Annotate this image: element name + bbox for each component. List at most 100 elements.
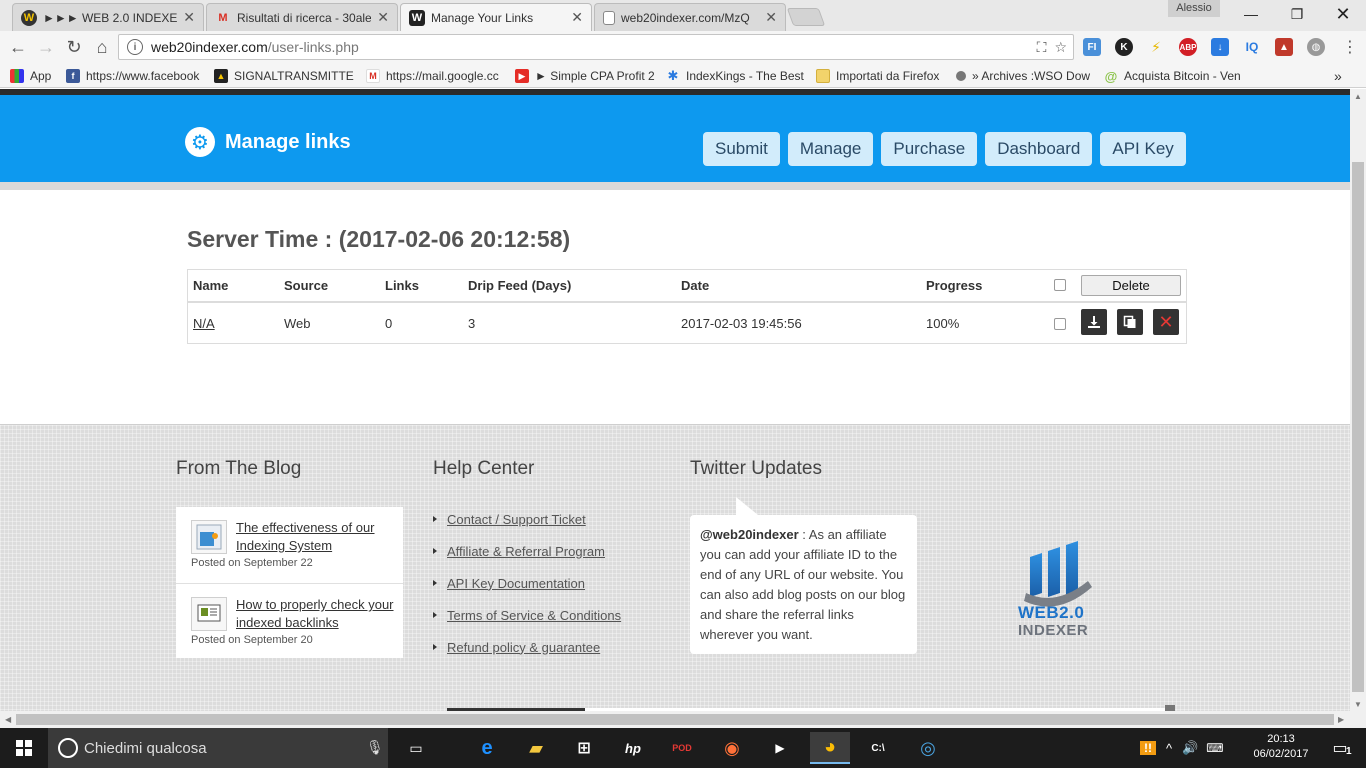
download-icon[interactable] (1081, 309, 1107, 335)
notifications-icon[interactable]: ▭ 1 (1318, 732, 1362, 764)
command-prompt-icon[interactable]: C:\ (858, 732, 898, 764)
fi-extension-icon[interactable]: FI (1083, 38, 1101, 56)
home-icon[interactable]: ⌂ (90, 36, 114, 58)
profile-name[interactable]: Alessio (1168, 0, 1220, 17)
horizontal-scroll-thumb[interactable] (16, 714, 1334, 725)
edge-icon[interactable]: e (467, 732, 507, 764)
scroll-up-arrow-icon[interactable]: ▲ (1354, 92, 1362, 101)
facebook-icon: f (66, 69, 80, 83)
bookmark-indexkings[interactable]: ✱ IndexKings - The Best (666, 67, 804, 85)
page-icon (603, 10, 615, 25)
tab-web20-indexer[interactable]: W ►►► WEB 2.0 INDEXER ✕ (12, 3, 204, 31)
microphone-icon[interactable]: 🎙 (366, 739, 384, 756)
minimize-icon[interactable]: — (1228, 0, 1274, 28)
nav-manage-button[interactable]: Manage (787, 132, 874, 166)
chrome-icon[interactable]: ◕ (810, 732, 850, 764)
warning-tray-icon[interactable]: !! (1140, 741, 1156, 755)
page-title: Manage links (225, 130, 351, 153)
keyboard-icon[interactable]: ⌨ (1206, 741, 1223, 755)
scroll-left-arrow-icon[interactable]: ◀ (5, 715, 11, 724)
new-tab-button[interactable] (786, 8, 826, 26)
bullet-icon (433, 612, 437, 618)
tab-strip: W ►►► WEB 2.0 INDEXER ✕ M Risultati di r… (0, 0, 1366, 31)
translate-icon[interactable]: ⛶ (1037, 39, 1047, 56)
bookmark-simple-cpa[interactable]: ▶ ► Simple CPA Profit 2 (515, 67, 655, 85)
scroll-right-arrow-icon[interactable]: ▶ (1338, 715, 1344, 724)
help-link-api-docs[interactable]: API Key Documentation (447, 576, 585, 591)
clock-date: 06/02/2017 (1253, 748, 1309, 760)
bookmarks-overflow[interactable]: » (1334, 67, 1350, 85)
address-bar[interactable]: i web20indexer.com/user-links.php ⛶ ☆ (118, 34, 1074, 60)
info-icon[interactable]: i (127, 39, 143, 55)
url-host: web20indexer.com (151, 39, 268, 55)
globe-extension-icon[interactable]: ◍ (1307, 38, 1325, 56)
hp-icon[interactable]: hp (613, 732, 653, 764)
scroll-down-arrow-icon[interactable]: ▼ (1354, 700, 1362, 709)
store-icon[interactable]: ⊞ (564, 732, 604, 764)
bookmark-star-icon[interactable]: ☆ (1054, 39, 1067, 56)
firefox-icon[interactable]: ◉ (712, 732, 752, 764)
close-icon[interactable]: ✕ (377, 9, 389, 26)
help-link-terms[interactable]: Terms of Service & Conditions (447, 608, 621, 623)
bookmark-wso-archives[interactable]: » Archives :WSO Dow (956, 67, 1092, 85)
close-icon[interactable]: ✕ (571, 9, 583, 26)
reload-icon[interactable]: ↻ (62, 36, 86, 58)
bookmark-signaltransmitter[interactable]: ▲ SIGNALTRANSMITTER (214, 67, 354, 85)
volume-icon[interactable]: 🔊 (1182, 740, 1198, 756)
iq-extension-icon[interactable]: IQ (1243, 38, 1261, 56)
tab-manage-your-links[interactable]: W Manage Your Links ✕ (400, 3, 592, 31)
k-extension-icon[interactable]: K (1115, 38, 1133, 56)
row-checkbox[interactable] (1054, 318, 1066, 330)
media-player-icon[interactable]: ▶ (760, 732, 800, 764)
case-study-thumbnail[interactable] (191, 520, 227, 554)
backlinks-thumbnail[interactable] (191, 597, 227, 631)
delete-selected-button[interactable]: Delete (1081, 275, 1181, 296)
blog-post-title-link[interactable]: How to properly check your indexed backl… (236, 596, 396, 632)
file-explorer-icon[interactable]: ▰ (516, 732, 556, 764)
select-all-checkbox[interactable] (1054, 279, 1066, 291)
web20-w-icon: W (409, 9, 425, 26)
clock[interactable]: 20:13 06/02/2017 (1248, 732, 1314, 762)
chevron-up-icon[interactable]: ^ (1166, 741, 1172, 756)
bookmark-firefox-folder[interactable]: Importati da Firefox (816, 67, 948, 85)
vertical-scroll-thumb[interactable] (1352, 162, 1364, 692)
tweet-handle[interactable]: @web20indexer (700, 527, 799, 542)
nav-api-key-button[interactable]: API Key (1100, 132, 1186, 166)
help-link-support[interactable]: Contact / Support Ticket (447, 512, 586, 527)
blog-title: From The Blog (176, 458, 302, 479)
sync-app-icon[interactable]: ◎ (908, 732, 948, 764)
forward-arrow-icon[interactable]: → (34, 36, 58, 58)
cortana-search-box[interactable]: Chiedimi qualcosa 🎙 (48, 728, 388, 768)
menu-kebab-icon[interactable]: ⋮ (1338, 36, 1362, 58)
apps-grid-icon (10, 69, 24, 83)
copy-icon[interactable] (1117, 309, 1143, 335)
blog-post-title-link[interactable]: The effectiveness of our Indexing System (236, 519, 396, 555)
pod-app-icon[interactable]: POD (662, 732, 702, 764)
url-text[interactable]: web20indexer.com/user-links.php (151, 39, 1037, 55)
back-arrow-icon[interactable]: ← (6, 36, 30, 58)
bookmark-facebook[interactable]: f https://www.facebook (66, 67, 204, 85)
close-icon[interactable]: ✕ (183, 9, 195, 26)
task-view-icon[interactable]: ▭ (396, 732, 436, 764)
bookmark-bitcoin[interactable]: @ Acquista Bitcoin - Ven (1104, 67, 1242, 85)
help-link-refund[interactable]: Refund policy & guarantee (447, 640, 600, 655)
lightning-extension-icon[interactable]: ⚡ (1147, 38, 1165, 56)
nav-submit-button[interactable]: Submit (703, 132, 780, 166)
bookmark-apps[interactable]: App (10, 67, 60, 85)
help-link-affiliate[interactable]: Affiliate & Referral Program (447, 544, 605, 559)
adblock-plus-icon[interactable]: ABP (1179, 38, 1197, 56)
tab-search-results[interactable]: M Risultati di ricerca - 30ale ✕ (206, 3, 398, 31)
bookmark-gmail[interactable]: M https://mail.google.cc (366, 67, 504, 85)
close-window-icon[interactable]: ✕ (1320, 0, 1366, 28)
delete-x-icon[interactable]: ✕ (1153, 309, 1179, 335)
restore-icon[interactable]: ❐ (1274, 0, 1320, 28)
nav-dashboard-button[interactable]: Dashboard (985, 132, 1093, 166)
download-extension-icon[interactable]: ↓ (1211, 38, 1229, 56)
start-button[interactable] (0, 728, 48, 768)
nav-purchase-button[interactable]: Purchase (881, 132, 978, 166)
row-name-link[interactable]: N/A (193, 316, 215, 331)
bullet-icon (433, 548, 437, 554)
tab-web20indexer-short[interactable]: web20indexer.com/MzQ ✕ (594, 3, 786, 31)
chart-extension-icon[interactable]: ▲ (1275, 38, 1293, 56)
close-icon[interactable]: ✕ (765, 9, 777, 26)
